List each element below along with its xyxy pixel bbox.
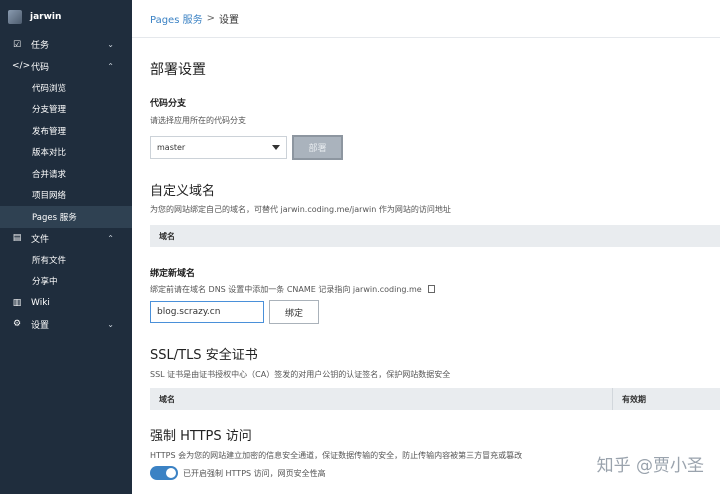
sidebar-item-compare[interactable]: 版本对比	[0, 142, 132, 164]
column-divider	[612, 388, 613, 410]
https-title: 强制 HTTPS 访问	[150, 429, 252, 444]
avatar	[8, 10, 22, 24]
file-icon: ▤	[12, 233, 22, 244]
sidebar-item-label: 文件	[31, 234, 50, 245]
domain-desc: 为您的网站绑定自己的域名，可替代 jarwin.coding.me/jarwin…	[150, 205, 451, 214]
breadcrumb-separator: >	[206, 13, 215, 24]
deploy-button[interactable]: 部署	[292, 135, 343, 160]
ssl-domain-column-header: 域名	[159, 395, 175, 404]
ssl-title: SSL/TLS 安全证书	[150, 348, 258, 363]
bind-button[interactable]: 绑定	[269, 300, 319, 324]
domain-input[interactable]: blog.scrazy.cn	[150, 301, 264, 323]
deploy-title: 部署设置	[150, 62, 206, 78]
copy-icon[interactable]	[427, 285, 435, 293]
sidebar-item-network[interactable]: 项目网络	[0, 185, 132, 207]
user-profile[interactable]: jarwin	[0, 0, 132, 34]
chevron-down-icon: ⌄	[107, 319, 114, 329]
sidebar-item-tasks[interactable]: ☑ 任务 ⌄	[0, 34, 132, 56]
sidebar-item-branches[interactable]: 分支管理	[0, 99, 132, 121]
https-toggle-label: 已开启强制 HTTPS 访问，网页安全性高	[183, 469, 326, 478]
sidebar-item-label: Wiki	[31, 297, 50, 308]
sidebar: jarwin ☑ 任务 ⌄ </> 代码 ⌃ 代码浏览 分支管理 发布管理 版本…	[0, 0, 132, 494]
sidebar-item-code-browse[interactable]: 代码浏览	[0, 77, 132, 99]
branch-select-value: master	[157, 143, 186, 152]
sidebar-item-merge-requests[interactable]: 合并请求	[0, 163, 132, 185]
breadcrumb: Pages 服务 > 设置	[132, 0, 720, 38]
user-name: jarwin	[30, 12, 62, 22]
sidebar-item-code[interactable]: </> 代码 ⌃	[0, 56, 132, 78]
branch-desc: 请选择应用所在的代码分支	[150, 116, 246, 125]
ssl-valid-column-header: 有效期	[622, 395, 646, 404]
sidebar-item-releases[interactable]: 发布管理	[0, 120, 132, 142]
https-toggle[interactable]	[150, 466, 178, 480]
book-icon: ▥	[12, 297, 22, 308]
watermark: 知乎 @贾小圣	[596, 456, 704, 476]
sidebar-item-sharing[interactable]: 分享中	[0, 271, 132, 293]
bind-domain-desc-text: 绑定前请在域名 DNS 设置中添加一条 CNAME 记录指向 jarwin.co…	[150, 285, 422, 294]
breadcrumb-current: 设置	[219, 15, 239, 26]
domain-title: 自定义域名	[150, 184, 216, 199]
branch-select[interactable]: master	[150, 136, 287, 159]
https-desc: HTTPS 会为您的网站建立加密的信息安全通道，保证数据传输的安全，防止传输内容…	[150, 451, 523, 460]
checkbox-icon: ☑	[12, 39, 22, 50]
sidebar-item-label: 设置	[31, 320, 50, 331]
sidebar-item-pages[interactable]: Pages 服务	[0, 206, 132, 228]
code-icon: </>	[12, 61, 31, 72]
gear-icon: ⚙	[12, 319, 22, 330]
sidebar-item-all-files[interactable]: 所有文件	[0, 249, 132, 271]
sidebar-item-settings[interactable]: ⚙ 设置 ⌄	[0, 314, 132, 336]
sidebar-item-label: 代码	[31, 62, 50, 73]
chevron-up-icon: ⌃	[107, 61, 114, 71]
domain-column-header: 域名	[159, 232, 175, 241]
bind-domain-label: 绑定新域名	[150, 269, 196, 279]
caret-down-icon	[272, 145, 280, 150]
chevron-up-icon: ⌃	[107, 233, 114, 243]
ssl-table-header: 域名 有效期	[150, 388, 720, 410]
branch-label: 代码分支	[150, 99, 187, 109]
chevron-down-icon: ⌄	[107, 40, 114, 50]
sidebar-item-label: 任务	[31, 41, 50, 52]
sidebar-item-wiki[interactable]: ▥ Wiki	[0, 292, 132, 314]
bind-domain-desc: 绑定前请在域名 DNS 设置中添加一条 CNAME 记录指向 jarwin.co…	[150, 284, 435, 295]
sidebar-item-files[interactable]: ▤ 文件 ⌃	[0, 228, 132, 250]
breadcrumb-pages-link[interactable]: Pages 服务	[150, 11, 203, 26]
domain-table-header: 域名	[150, 225, 720, 247]
ssl-desc: SSL 证书是由证书授权中心（CA）签发的对用户公钥的认证签名，保护网站数据安全	[150, 370, 451, 379]
